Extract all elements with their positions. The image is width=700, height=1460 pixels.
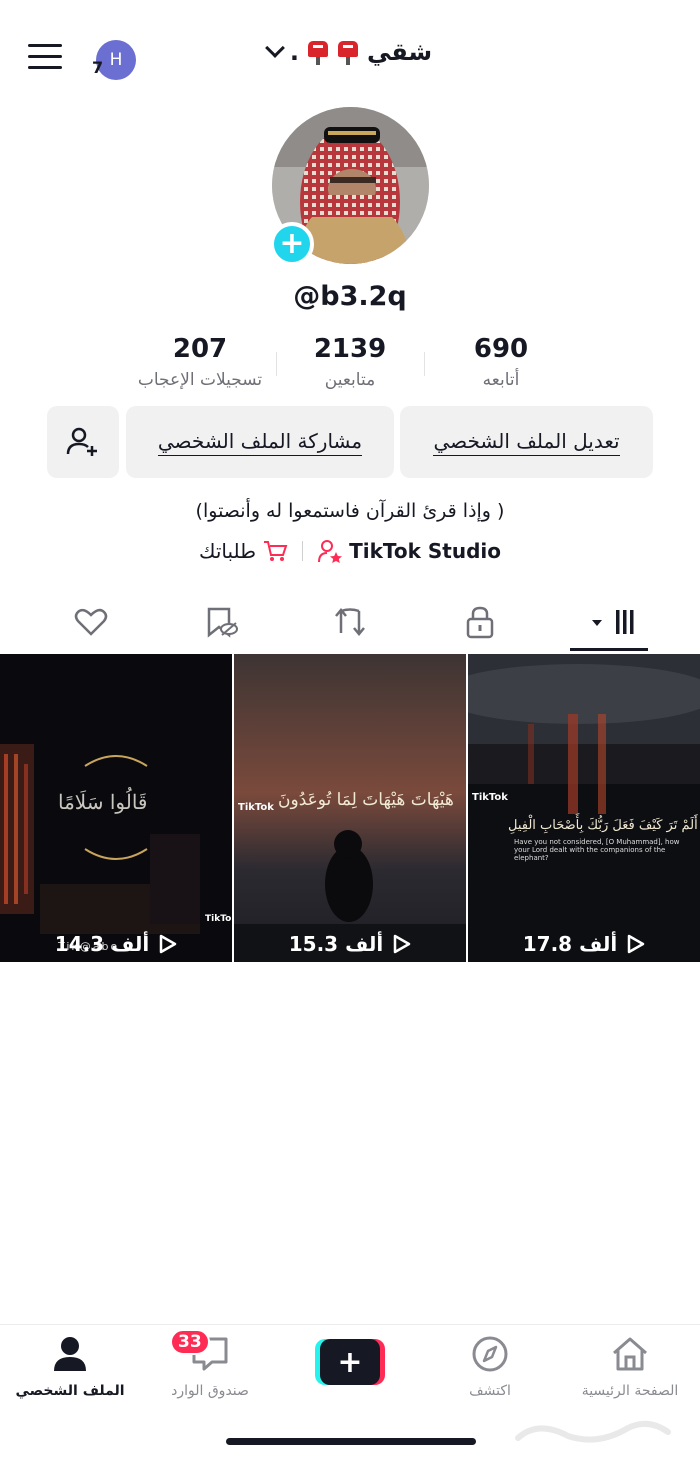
tab-reposts[interactable] bbox=[310, 594, 390, 650]
following-stat[interactable]: 690 أتابعه bbox=[416, 334, 586, 390]
display-name: شقي bbox=[366, 38, 433, 66]
tiktok-watermark: TikTok bbox=[238, 802, 274, 813]
profile-bio: (وإذا قرئ القرآن فاستمعوا له وأنصتوا ) bbox=[195, 500, 505, 522]
active-tab-indicator bbox=[570, 648, 648, 651]
site-watermark-logo bbox=[508, 1410, 678, 1458]
profile-tabs bbox=[0, 594, 700, 652]
video-thumbnail[interactable]: TikTok هَيْهَاتَ هَيْهَاتَ لِمَا تُوعَدُ… bbox=[234, 654, 466, 962]
tiktok-watermark: TikTok bbox=[205, 914, 232, 924]
play-icon bbox=[628, 934, 645, 954]
followers-stat[interactable]: 2139 متابعين bbox=[265, 334, 435, 390]
share-profile-label: مشاركة الملف الشخصي bbox=[157, 429, 363, 456]
profile-icon bbox=[54, 1337, 86, 1371]
orders-label: طلباتك bbox=[199, 539, 257, 563]
videos-grid-icon bbox=[592, 610, 634, 634]
name-suffix: . bbox=[289, 38, 299, 66]
inbox-badge: 33 bbox=[170, 1329, 210, 1355]
share-profile-button[interactable]: مشاركة الملف الشخصي bbox=[126, 406, 394, 478]
view-count-text: 17.8 ألف bbox=[522, 932, 618, 956]
play-icon bbox=[160, 934, 177, 954]
tab-favorites[interactable] bbox=[181, 594, 261, 650]
video-caption: قَالُوا سَلَامًا bbox=[58, 790, 148, 814]
home-icon bbox=[613, 1337, 647, 1371]
video-thumbnail[interactable]: قَالُوا سَلَامًا TikTok Tik@abo 14.3 ألف bbox=[0, 654, 232, 962]
view-count: 17.8 ألف bbox=[468, 932, 700, 956]
tiktok-studio-label: TikTok Studio bbox=[349, 539, 501, 563]
nav-home[interactable]: الصفحة الرئيسية bbox=[560, 1335, 700, 1399]
username: @b3.2q bbox=[293, 281, 407, 312]
account-switcher[interactable]: . شقي bbox=[0, 38, 700, 66]
followers-count: 2139 bbox=[313, 334, 387, 364]
video-thumbnail[interactable]: TikTok أَلَمْ تَرَ كَيْفَ فَعَلَ رَبُّكَ… bbox=[468, 654, 700, 962]
view-count-text: 15.3 ألف bbox=[288, 932, 384, 956]
hidden-bookmark-icon bbox=[207, 607, 238, 638]
repost-icon bbox=[335, 608, 365, 636]
link-divider bbox=[302, 541, 304, 561]
create-button[interactable]: + bbox=[315, 1339, 385, 1385]
tiktok-watermark: TikTok bbox=[472, 792, 508, 803]
following-label: أتابعه bbox=[482, 370, 520, 390]
lock-icon bbox=[466, 606, 494, 639]
video-caption: هَيْهَاتَ هَيْهَاتَ لِمَا تُوعَدُونَ bbox=[278, 790, 454, 810]
add-story-button[interactable]: + bbox=[270, 222, 314, 266]
following-count: 690 bbox=[473, 334, 529, 364]
profile-links: طلباتك TikTok Studio bbox=[0, 538, 700, 564]
view-count: 15.3 ألف bbox=[234, 932, 466, 956]
tab-liked[interactable] bbox=[51, 594, 131, 650]
likes-count: 207 bbox=[172, 334, 228, 364]
haraj-watermark-icon bbox=[515, 1420, 671, 1443]
video-thumbnail-image bbox=[468, 654, 700, 962]
heart-icon bbox=[74, 608, 108, 636]
video-caption: أَلَمْ تَرَ كَيْفَ فَعَلَ رَبُّكَ بِأَصْ… bbox=[508, 818, 698, 833]
nav-profile[interactable]: الملف الشخصي bbox=[0, 1335, 140, 1399]
play-icon bbox=[394, 934, 411, 954]
add-friend-icon bbox=[66, 427, 97, 456]
postbox-emoji-icon bbox=[337, 39, 359, 65]
tab-private[interactable] bbox=[440, 594, 520, 650]
plus-icon: + bbox=[320, 1339, 380, 1385]
edit-profile-button[interactable]: تعديل الملف الشخصي bbox=[400, 406, 653, 478]
add-friend-button[interactable] bbox=[47, 406, 119, 478]
cart-icon bbox=[264, 541, 288, 561]
nav-discover-label: اكتشف bbox=[469, 1383, 511, 1399]
likes-label: تسجيلات الإعجاب bbox=[137, 370, 263, 390]
tab-videos[interactable] bbox=[570, 594, 650, 650]
nav-inbox-label: صندوق الوارد bbox=[171, 1383, 249, 1399]
orders-link[interactable]: طلباتك bbox=[199, 539, 288, 563]
nav-discover[interactable]: اكتشف bbox=[420, 1335, 560, 1399]
likes-stat[interactable]: 207 تسجيلات الإعجاب bbox=[115, 334, 285, 390]
nav-profile-label: الملف الشخصي bbox=[15, 1383, 125, 1399]
tiktok-studio-link[interactable]: TikTok Studio bbox=[317, 538, 501, 564]
home-indicator bbox=[226, 1438, 476, 1445]
view-count: 14.3 ألف bbox=[0, 932, 232, 956]
video-subcaption: Have you not considered, [O Muhammad], h… bbox=[514, 838, 680, 862]
video-grid: TikTok أَلَمْ تَرَ كَيْفَ فَعَلَ رَبُّكَ… bbox=[0, 654, 700, 962]
nav-inbox[interactable]: صندوق الوارد bbox=[140, 1335, 280, 1399]
nav-home-label: الصفحة الرئيسية bbox=[581, 1383, 679, 1399]
compass-icon bbox=[472, 1336, 508, 1372]
edit-profile-label: تعديل الملف الشخصي bbox=[433, 429, 620, 456]
followers-label: متابعين bbox=[324, 370, 376, 390]
chevron-down-icon bbox=[264, 38, 285, 58]
view-count-text: 14.3 ألف bbox=[54, 932, 150, 956]
postbox-emoji-icon bbox=[307, 39, 329, 65]
creator-star-icon bbox=[318, 540, 343, 563]
